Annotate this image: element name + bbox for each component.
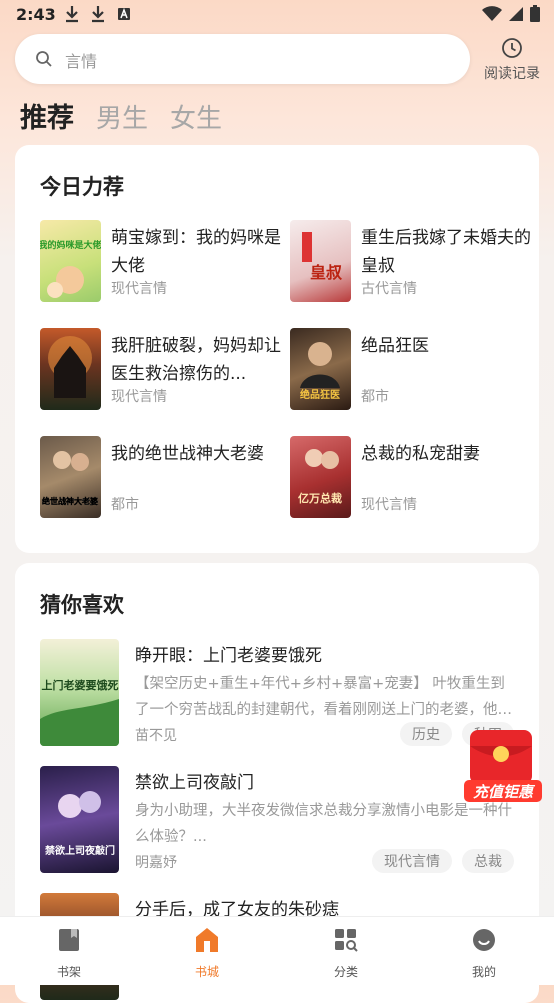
wifi-icon xyxy=(482,5,502,21)
book-title: 绝品狂医 xyxy=(361,336,429,356)
book-item[interactable]: 绝品狂医 绝品狂医 都市 xyxy=(290,328,530,412)
book-cover: 禁欲上司夜敲门 xyxy=(40,766,119,873)
book-cover xyxy=(40,328,101,410)
tag-badge[interactable]: 总裁 xyxy=(462,849,514,873)
book-genre: 都市 xyxy=(361,389,389,405)
book-cover: 我的妈咪是大佬 xyxy=(40,220,101,302)
battery-icon xyxy=(530,5,540,22)
tag-badge[interactable]: 现代言情 xyxy=(372,849,452,873)
nav-profile[interactable]: 我的 xyxy=(444,927,524,980)
red-packet-icon: 充值钜惠 xyxy=(464,730,542,802)
book-item[interactable]: 禁欲上司夜敲门 禁欲上司夜敲门 身为小助理，大半夜发微信求总裁分享激情小电影是一… xyxy=(40,766,514,876)
book-item[interactable]: 亿万总裁 总裁的私宠甜妻 现代言情 xyxy=(290,436,530,520)
section-title: 今日力荐 xyxy=(40,175,124,199)
book-title: 禁欲上司夜敲门 xyxy=(135,773,254,793)
bookstore-icon xyxy=(196,928,218,952)
book-title: 总裁的私宠甜妻 xyxy=(361,444,480,464)
recharge-promo-button[interactable]: 充值钜惠 xyxy=(462,724,544,804)
nav-bookstore[interactable]: 书城 xyxy=(167,927,247,980)
status-time: 2:43 xyxy=(16,5,56,24)
nav-bookshelf[interactable]: 书架 xyxy=(29,927,109,980)
download-icon xyxy=(66,6,78,23)
search-icon xyxy=(36,51,52,67)
cover-text: 禁欲上司夜敲门 xyxy=(44,844,115,857)
tab-recommend[interactable]: 推荐 xyxy=(20,96,74,135)
bookshelf-icon xyxy=(59,929,79,951)
signal-icon xyxy=(509,6,523,21)
clock-icon xyxy=(502,38,522,58)
book-genre: 现代言情 xyxy=(111,389,167,405)
nav-label: 书架 xyxy=(56,965,81,979)
book-description: 身为小助理，大半夜发微信求总裁分享激情小电影是一种什么体验？... xyxy=(135,803,512,845)
book-cover: 皇叔 xyxy=(290,220,351,302)
cover-text: 绝品狂医 xyxy=(300,388,340,401)
cover-text: 绝世战神大老婆 xyxy=(42,496,98,506)
search-input[interactable]: 言情 xyxy=(15,34,470,84)
book-item[interactable]: 皇叔 重生后我嫁了未婚夫的皇叔 古代言情 xyxy=(290,220,531,304)
book-title: 睁开眼：上门老婆要饿死 xyxy=(135,646,322,666)
book-genre: 现代言情 xyxy=(111,281,167,297)
reading-history-button[interactable]: 阅读记录 xyxy=(480,37,544,83)
cover-text: 我的妈咪是大佬 xyxy=(40,239,101,251)
book-genre: 古代言情 xyxy=(361,281,417,297)
cover-text: 上门老婆要饿死 xyxy=(42,678,119,692)
book-cover: 绝世战神大老婆 xyxy=(40,436,101,518)
book-item[interactable]: 上门老婆要饿死 睁开眼：上门老婆要饿死 【架空历史+重生+年代+乡村+暴富+宠妻… xyxy=(40,639,514,749)
book-cover: 绝品狂医 xyxy=(290,328,351,410)
download-icon xyxy=(92,6,104,23)
book-cover: 亿万总裁 xyxy=(290,436,351,518)
a-badge-icon xyxy=(118,7,130,20)
bottom-navigation: 书架 书城 分类 我的 xyxy=(0,916,554,985)
book-title: 我的绝世战神大老婆 xyxy=(111,444,264,464)
book-genre: 都市 xyxy=(111,497,139,513)
section-title: 猜你喜欢 xyxy=(40,593,124,617)
tab-female[interactable]: 女生 xyxy=(170,98,222,135)
tag-badge[interactable]: 历史 xyxy=(400,722,452,746)
tab-male[interactable]: 男生 xyxy=(96,98,148,135)
nav-label: 书城 xyxy=(194,965,219,979)
book-genre: 现代言情 xyxy=(361,497,417,513)
book-tags: 现代言情 总裁 xyxy=(372,849,514,873)
promo-label: 充值钜惠 xyxy=(473,783,536,801)
today-recommend-card: 今日力荐 我的妈咪是大佬 萌宝嫁到：我的妈咪是大佬 现代言情 皇叔 重生后我嫁了… xyxy=(15,145,539,553)
reading-history-label: 阅读记录 xyxy=(484,66,540,82)
nav-label: 分类 xyxy=(333,965,358,979)
book-title: 萌宝嫁到：我的妈咪是大佬 xyxy=(111,228,281,276)
nav-label: 我的 xyxy=(471,965,496,979)
cover-text: 亿万总裁 xyxy=(298,491,342,505)
book-author: 苗不见 xyxy=(135,728,177,744)
book-description: 【架空历史+重生+年代+乡村+暴富+宠妻】 叶牧重生到了一个穷苦战乱的封建朝代，… xyxy=(135,676,505,718)
book-item[interactable]: 我的妈咪是大佬 萌宝嫁到：我的妈咪是大佬 现代言情 xyxy=(40,220,281,304)
search-placeholder: 言情 xyxy=(65,52,98,71)
nav-category[interactable]: 分类 xyxy=(306,927,386,980)
channel-tabs: 推荐 男生 女生 xyxy=(20,96,222,135)
book-item[interactable]: 我肝脏破裂，妈妈却让医生救治擦伤的... 现代言情 xyxy=(40,328,281,412)
profile-icon xyxy=(473,929,495,951)
cover-text: 皇叔 xyxy=(310,263,343,282)
book-title: 重生后我嫁了未婚夫的皇叔 xyxy=(361,228,531,276)
book-item[interactable]: 绝世战神大老婆 我的绝世战神大老婆 都市 xyxy=(40,436,280,520)
status-bar: 2:43 xyxy=(0,0,554,30)
book-author: 明嘉妤 xyxy=(135,855,177,871)
book-cover: 上门老婆要饿死 xyxy=(40,639,119,746)
category-icon xyxy=(335,929,358,952)
book-title: 我肝脏破裂，妈妈却让医生救治擦伤的... xyxy=(111,336,281,384)
